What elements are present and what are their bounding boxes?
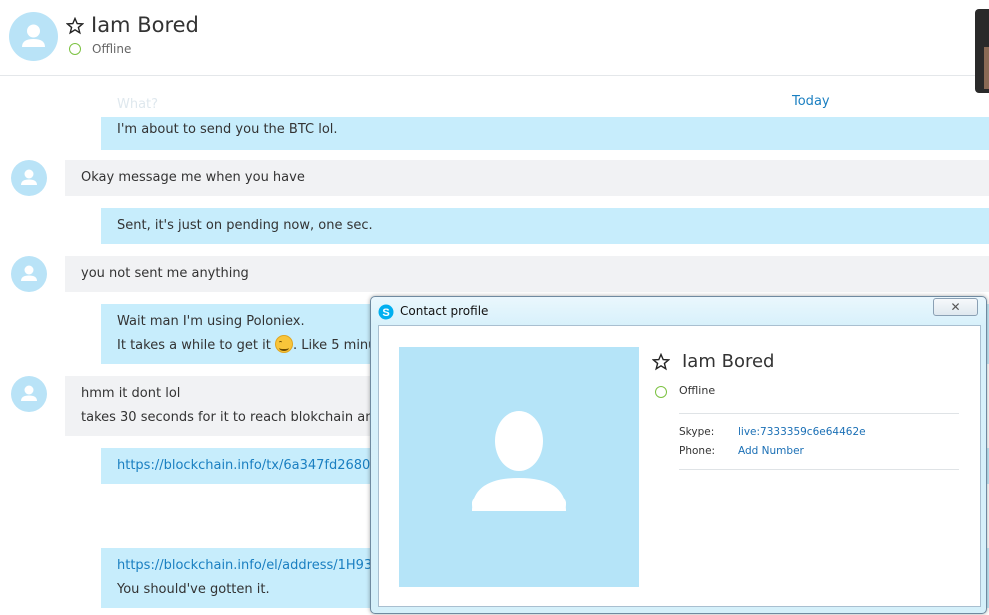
skype-label: Skype:: [679, 426, 715, 438]
message-bubble-outgoing[interactable]: I'm about to send you the BTC lol.: [101, 117, 989, 150]
chat-header: Iam Bored Offline: [0, 0, 989, 76]
message-text: hmm it dont lol: [81, 386, 181, 401]
avatar-placeholder-icon: [472, 411, 566, 511]
phone-label: Phone:: [679, 445, 716, 457]
close-icon: ✕: [950, 300, 961, 314]
faded-message: What?: [117, 97, 159, 112]
avatar-placeholder-icon: [22, 24, 45, 47]
sender-avatar[interactable]: [11, 256, 47, 292]
message-text: It takes a while to get it: [117, 338, 271, 353]
dialog-content: Iam Bored Offline Skype: live:7333359c6e…: [378, 325, 981, 607]
avatar-placeholder-icon: [21, 169, 37, 185]
skype-icon: S: [378, 304, 394, 320]
profile-picture[interactable]: [399, 347, 639, 587]
star-icon[interactable]: [66, 17, 84, 35]
contact-avatar[interactable]: [9, 12, 58, 61]
add-number-link[interactable]: Add Number: [738, 445, 804, 457]
sender-avatar[interactable]: [11, 160, 47, 196]
message-bubble-incoming[interactable]: hmm it dont lol takes 30 seconds for it …: [65, 376, 395, 436]
dialog-title: Contact profile: [400, 304, 489, 318]
message-text: Okay message me when you have: [81, 170, 305, 185]
message-text: takes 30 seconds for it to reach blokcha…: [81, 410, 395, 425]
date-divider: Today: [792, 94, 830, 109]
contact-name[interactable]: Iam Bored: [91, 13, 199, 37]
message-text: Sent, it's just on pending now, one sec.: [117, 218, 373, 233]
message-bubble-incoming[interactable]: you not sent me anything: [65, 256, 989, 292]
status-ring-icon: [655, 386, 667, 398]
star-icon[interactable]: [652, 353, 670, 371]
contact-profile-dialog: S Contact profile ✕ Iam Bored Offline Sk…: [370, 296, 987, 614]
profile-status: Offline: [679, 384, 716, 397]
skype-id-value[interactable]: live:7333359c6e64462e: [738, 426, 866, 438]
message-bubble-incoming[interactable]: Okay message me when you have: [65, 160, 989, 196]
message-text: you not sent me anything: [81, 266, 249, 281]
divider: [679, 469, 959, 470]
smile-emoji-icon: [274, 335, 293, 353]
sender-avatar[interactable]: [11, 376, 47, 412]
divider: [679, 413, 959, 414]
profile-contact-name: Iam Bored: [682, 351, 775, 372]
close-button[interactable]: ✕: [933, 298, 978, 316]
svg-text:S: S: [382, 307, 389, 319]
message-bubble-outgoing[interactable]: Sent, it's just on pending now, one sec.: [101, 208, 989, 244]
message-text: I'm about to send you the BTC lol.: [117, 122, 338, 137]
avatar-placeholder-icon: [21, 265, 37, 281]
avatar-placeholder-icon: [21, 385, 37, 401]
status-ring-icon: [69, 43, 81, 55]
contact-status: Offline: [92, 42, 132, 56]
